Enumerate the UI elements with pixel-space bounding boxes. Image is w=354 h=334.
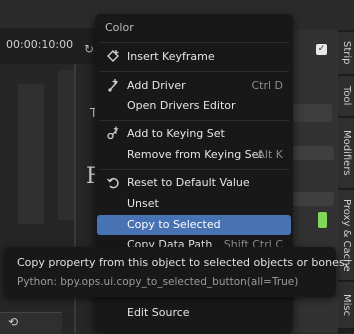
tab-modifiers[interactable]: Modifiers (338, 118, 354, 189)
menu-item-shortcut: Alt K (257, 148, 283, 161)
menu-item-copy-to-selected[interactable]: Copy to Selected (97, 215, 291, 235)
menu-item-label: Add Driver (127, 79, 186, 92)
menu-separator (99, 42, 289, 43)
color-swatch[interactable] (318, 212, 327, 228)
menu-item-label: Add to Keying Set (127, 127, 225, 140)
menu-item-remove-from-keying-set[interactable]: Remove from Keying Set Alt K (97, 145, 291, 165)
menu-item-label: Insert Keyframe (127, 50, 215, 63)
menu-item-label: Unset (127, 197, 159, 210)
panel-field[interactable] (290, 104, 332, 122)
keying-set-icon (106, 124, 120, 144)
menu-item-add-to-keying-set[interactable]: Add to Keying Set (97, 124, 291, 144)
menu-item-label: Open Drivers Editor (127, 99, 236, 112)
panel-field-b[interactable] (290, 192, 334, 206)
menu-item-label: Reset to Default Value (127, 176, 250, 189)
tooltip-description: Copy property from this object to select… (17, 256, 349, 269)
timecode-label: 00:00:10:00 (6, 38, 74, 51)
insert-keyframe-icon (106, 47, 120, 67)
menu-item-label: Copy to Selected (127, 218, 221, 231)
menu-item-insert-keyframe[interactable]: Insert Keyframe (97, 47, 291, 67)
menu-item-label: Remove from Keying Set (127, 148, 263, 161)
link-icon: ↻ (84, 42, 95, 56)
tab-tool[interactable]: Tool (338, 76, 354, 117)
menu-item-open-drivers-editor[interactable]: Open Drivers Editor (97, 96, 291, 116)
menu-separator (99, 169, 289, 170)
tab-misc[interactable]: Misc (338, 282, 354, 329)
tab-strip[interactable]: Strip (338, 32, 354, 75)
panel-field-a[interactable] (290, 146, 334, 160)
channel-strip (18, 84, 44, 224)
tooltip: Copy property from this object to select… (4, 247, 348, 297)
menu-item-shortcut: Ctrl D (251, 79, 283, 92)
menu-item-reset-to-default[interactable]: Reset to Default Value (97, 173, 291, 193)
reset-icon (106, 173, 120, 193)
menu-item-label: Edit Source (127, 306, 190, 319)
loop-icon: ⟲ (8, 315, 19, 329)
menu-separator (99, 71, 289, 72)
add-driver-icon (106, 76, 120, 96)
menu-item-add-driver[interactable]: Add Driver Ctrl D (97, 76, 291, 96)
sidebar-tabs: Strip Tool Modifiers Proxy & Cache Misc (338, 30, 354, 333)
menu-separator (99, 120, 289, 121)
tooltip-python: Python: bpy.ops.ui.copy_to_selected_butt… (17, 276, 299, 288)
menu-item-edit-source[interactable]: Edit Source (97, 303, 291, 323)
enable-checkbox[interactable]: ✓ (316, 44, 327, 55)
menu-title: Color (105, 21, 134, 34)
menu-item-unset[interactable]: Unset (97, 194, 291, 214)
